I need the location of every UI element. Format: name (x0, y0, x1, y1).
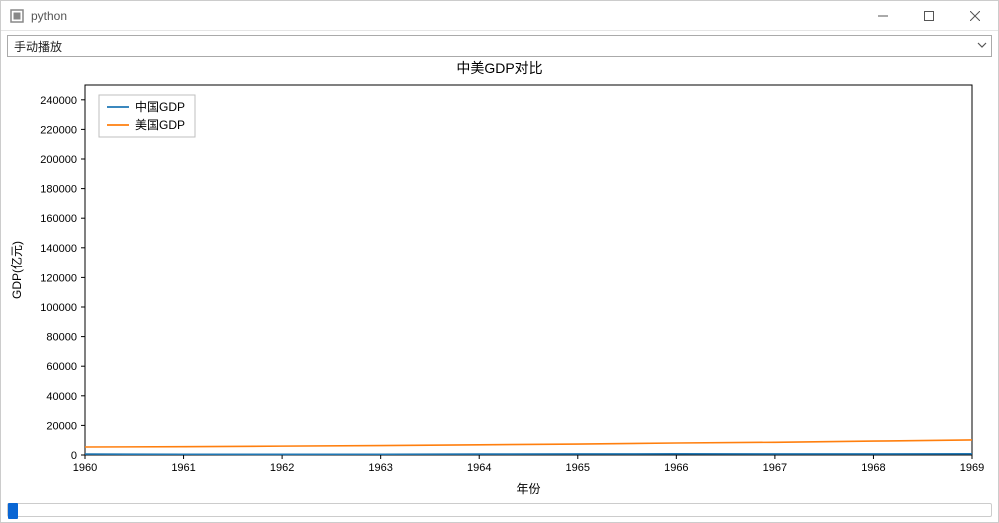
minimize-button[interactable] (860, 1, 906, 31)
y-tick-label: 180000 (40, 184, 77, 196)
x-axis-label: 年份 (516, 482, 540, 496)
y-axis-label: GDP(亿元) (9, 241, 24, 299)
x-tick-label: 1967 (763, 462, 787, 474)
y-tick-label: 160000 (40, 213, 77, 225)
legend-label: 中国GDP (135, 99, 185, 114)
maximize-button[interactable] (906, 1, 952, 31)
chart-title: 中美GDP对比 (456, 60, 542, 76)
timeline-slider[interactable] (7, 501, 992, 519)
chevron-down-icon (977, 39, 987, 53)
y-tick-label: 0 (71, 450, 77, 462)
x-tick-label: 1960 (73, 462, 97, 474)
y-tick-label: 100000 (40, 302, 77, 314)
dropdown-selected-label: 手动播放 (14, 38, 62, 55)
x-tick-label: 1964 (467, 462, 491, 474)
y-tick-label: 20000 (46, 420, 77, 432)
chart-container: 中美GDP对比 1960 1961 1962 1963 1964 1965 1966 1967 1… (7, 59, 992, 499)
titlebar: python (1, 1, 998, 31)
series-line (85, 440, 972, 447)
playback-mode-dropdown[interactable]: 手动播放 (7, 35, 992, 57)
y-tick-label: 200000 (40, 154, 77, 166)
y-tick-label: 60000 (46, 361, 77, 373)
slider-thumb[interactable] (8, 503, 18, 519)
app-icon (9, 8, 25, 24)
gdp-line-chart: 中美GDP对比 1960 1961 1962 1963 1964 1965 1966 1967 1… (7, 59, 992, 499)
x-tick-label: 1966 (664, 462, 688, 474)
x-tick-label: 1963 (368, 462, 392, 474)
x-tick-label: 1961 (171, 462, 195, 474)
app-window: python 手动播放 中美GDP对比 1960 1961 1962 1963 1964 1… (0, 0, 999, 523)
content-area: 手动播放 中美GDP对比 1960 1961 1962 1963 1964 1965 1966… (1, 31, 998, 523)
x-tick-label: 1968 (861, 462, 885, 474)
y-tick-label: 120000 (40, 272, 77, 284)
y-tick-label: 40000 (46, 391, 77, 403)
y-tick-label: 220000 (40, 124, 77, 136)
x-tick-label: 1965 (566, 462, 590, 474)
x-tick-label: 1969 (960, 462, 984, 474)
y-tick-label: 140000 (40, 243, 77, 255)
legend-label: 美国GDP (135, 118, 185, 132)
slider-track[interactable] (7, 503, 992, 517)
window-title: python (31, 9, 67, 23)
x-tick-label: 1962 (270, 462, 294, 474)
close-button[interactable] (952, 1, 998, 31)
y-tick-label: 80000 (46, 332, 77, 344)
y-tick-label: 240000 (40, 95, 77, 107)
